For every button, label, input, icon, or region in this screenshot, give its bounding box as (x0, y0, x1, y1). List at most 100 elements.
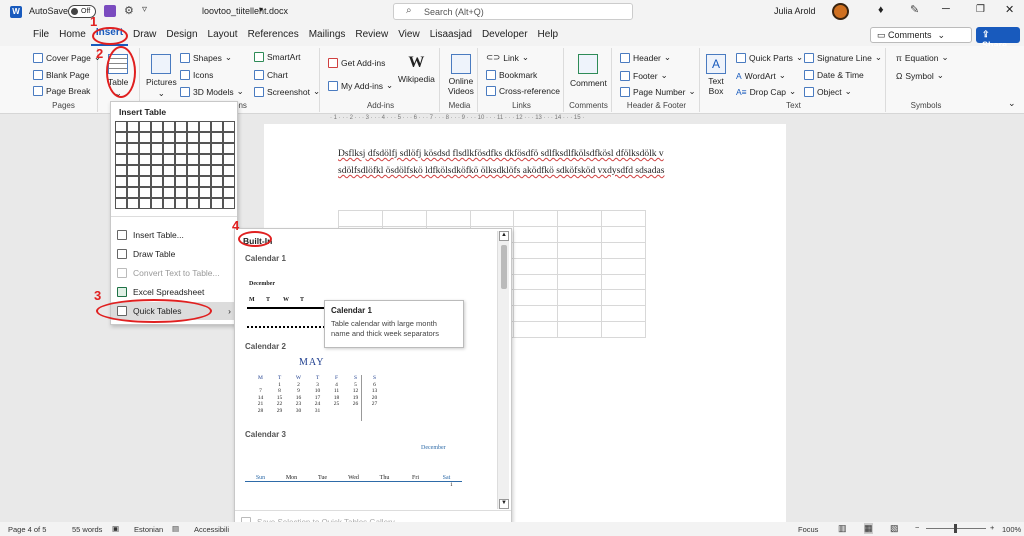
table-cell[interactable] (513, 225, 559, 243)
table-cell[interactable] (513, 273, 559, 291)
grid-cell[interactable] (187, 154, 199, 165)
grid-cell[interactable] (139, 154, 151, 165)
web-layout-icon[interactable]: ▧ (890, 523, 899, 534)
draw-table-item[interactable]: Draw Table (111, 245, 237, 263)
cover-page-button[interactable]: Cover Page ⌄ (33, 52, 101, 63)
tab-layout[interactable]: Layout (203, 24, 243, 46)
table-cell[interactable] (381, 210, 427, 227)
grid-cell[interactable] (151, 198, 163, 209)
table-cell[interactable] (338, 210, 383, 227)
my-addins-button[interactable]: My Add-ins ⌄ (328, 80, 393, 91)
tab-developer[interactable]: Developer (477, 24, 533, 46)
horizontal-ruler[interactable]: · 1 · · · 2 · · · 3 · · · 4 · · · 5 · · … (110, 114, 1024, 124)
pen-icon[interactable]: ✎ (910, 3, 919, 16)
proofing-icon[interactable]: ▣ (112, 524, 119, 533)
document-body-text[interactable]: Dsflksj dfsdölfj sdlöfj kösdsd flsdlkfös… (338, 146, 738, 180)
grid-cell[interactable] (163, 154, 175, 165)
table-cell[interactable] (513, 210, 559, 227)
online-videos-button[interactable]: Online Videos (448, 54, 474, 96)
tab-view[interactable]: View (393, 24, 425, 46)
grid-cell[interactable] (199, 154, 211, 165)
table-cell[interactable] (557, 289, 603, 307)
grid-cell[interactable] (187, 121, 199, 132)
gallery-scrollbar[interactable]: ▲ ▼ (497, 231, 509, 509)
table-cell[interactable] (601, 241, 646, 259)
wikipedia-button[interactable]: W Wikipedia (398, 54, 435, 84)
grid-cell[interactable] (163, 198, 175, 209)
zoom-slider[interactable] (926, 524, 986, 533)
table-cell[interactable] (557, 257, 603, 275)
grid-cell[interactable] (187, 132, 199, 143)
table-size-grid[interactable] (115, 121, 235, 209)
grid-cell[interactable] (127, 121, 139, 132)
grid-cell[interactable] (115, 154, 127, 165)
calendar-3-preview[interactable]: December Sun Mon Tue Wed Thu Fri Sat 1 (243, 441, 493, 511)
grid-cell[interactable] (151, 165, 163, 176)
table-cell[interactable] (557, 305, 603, 323)
grid-cell[interactable] (199, 198, 211, 209)
tab-draw[interactable]: Draw (128, 24, 161, 46)
drop-cap-button[interactable]: A≡ Drop Cap ⌄ (736, 86, 796, 97)
calendar-2-preview[interactable]: MAY M T W T F S S 1 2 3 4 5 6 7 8 9 10 11 12 13 14 15 16 17 18 19… (243, 355, 493, 425)
signature-line-button[interactable]: Signature Line ⌄ (804, 52, 882, 63)
grid-cell[interactable] (199, 143, 211, 154)
table-cell[interactable] (601, 321, 646, 338)
customize-toolbar-icon[interactable]: ▿ (142, 4, 147, 15)
grid-cell[interactable] (211, 132, 223, 143)
grid-cell[interactable] (127, 165, 139, 176)
icons-button[interactable]: Icons (180, 70, 213, 80)
grid-cell[interactable] (223, 132, 235, 143)
tab-file[interactable]: File (28, 24, 54, 46)
grid-cell[interactable] (139, 198, 151, 209)
screenshot-button[interactable]: Screenshot ⌄ (254, 86, 320, 97)
text-predictions-icon[interactable]: ▤ (172, 524, 179, 533)
grid-cell[interactable] (139, 176, 151, 187)
close-icon[interactable]: ✕ (1005, 3, 1014, 16)
grid-cell[interactable] (139, 132, 151, 143)
grid-cell[interactable] (175, 143, 187, 154)
grid-cell[interactable] (211, 121, 223, 132)
grid-cell[interactable] (223, 143, 235, 154)
tab-references[interactable]: References (243, 24, 304, 46)
grid-cell[interactable] (175, 165, 187, 176)
settings-icon[interactable]: ⚙ (124, 4, 134, 17)
zoom-slider-thumb[interactable] (954, 524, 957, 533)
comments-button[interactable]: ▭ Comments ⌄ (870, 27, 972, 43)
user-name[interactable]: Julia Arold (774, 6, 816, 16)
zoom-level[interactable]: 100% (1002, 525, 1021, 534)
symbol-button[interactable]: Ω Symbol ⌄ (896, 70, 944, 81)
table-cell[interactable] (601, 289, 646, 307)
document-filename[interactable]: loovtoo_tiitelleht.docx (202, 6, 288, 16)
grid-cell[interactable] (163, 132, 175, 143)
table-cell[interactable] (513, 257, 559, 275)
grid-cell[interactable] (127, 154, 139, 165)
table-cell[interactable] (513, 241, 559, 259)
shapes-button[interactable]: Shapes ⌄ (180, 52, 232, 63)
excel-spreadsheet-item[interactable]: Excel Spreadsheet (111, 283, 237, 301)
grid-cell[interactable] (115, 132, 127, 143)
grid-cell[interactable] (199, 176, 211, 187)
grid-cell[interactable] (163, 176, 175, 187)
read-mode-icon[interactable]: ▥ (838, 523, 847, 534)
grid-cell[interactable] (139, 121, 151, 132)
date-time-button[interactable]: Date & Time (804, 70, 864, 80)
get-addins-button[interactable]: Get Add-ins (328, 58, 385, 68)
language[interactable]: Estonian (134, 525, 163, 534)
avatar[interactable] (832, 3, 849, 20)
blank-page-button[interactable]: Blank Page (33, 70, 89, 80)
grid-cell[interactable] (163, 143, 175, 154)
grid-cell[interactable] (187, 198, 199, 209)
cross-reference-button[interactable]: Cross-reference (486, 86, 560, 96)
accessibility-status[interactable]: Accessibili (194, 525, 229, 534)
minimize-icon[interactable]: ─ (942, 3, 950, 15)
quick-parts-button[interactable]: Quick Parts ⌄ (736, 52, 803, 63)
grid-cell[interactable] (163, 187, 175, 198)
grid-cell[interactable] (199, 165, 211, 176)
table-cell[interactable] (601, 225, 646, 243)
grid-cell[interactable] (151, 132, 163, 143)
grid-cell[interactable] (115, 165, 127, 176)
share-button[interactable]: ⇪ Share (976, 27, 1020, 50)
page-number-button[interactable]: Page Number ⌄ (620, 86, 696, 97)
grid-cell[interactable] (223, 176, 235, 187)
table-cell[interactable] (425, 210, 471, 227)
